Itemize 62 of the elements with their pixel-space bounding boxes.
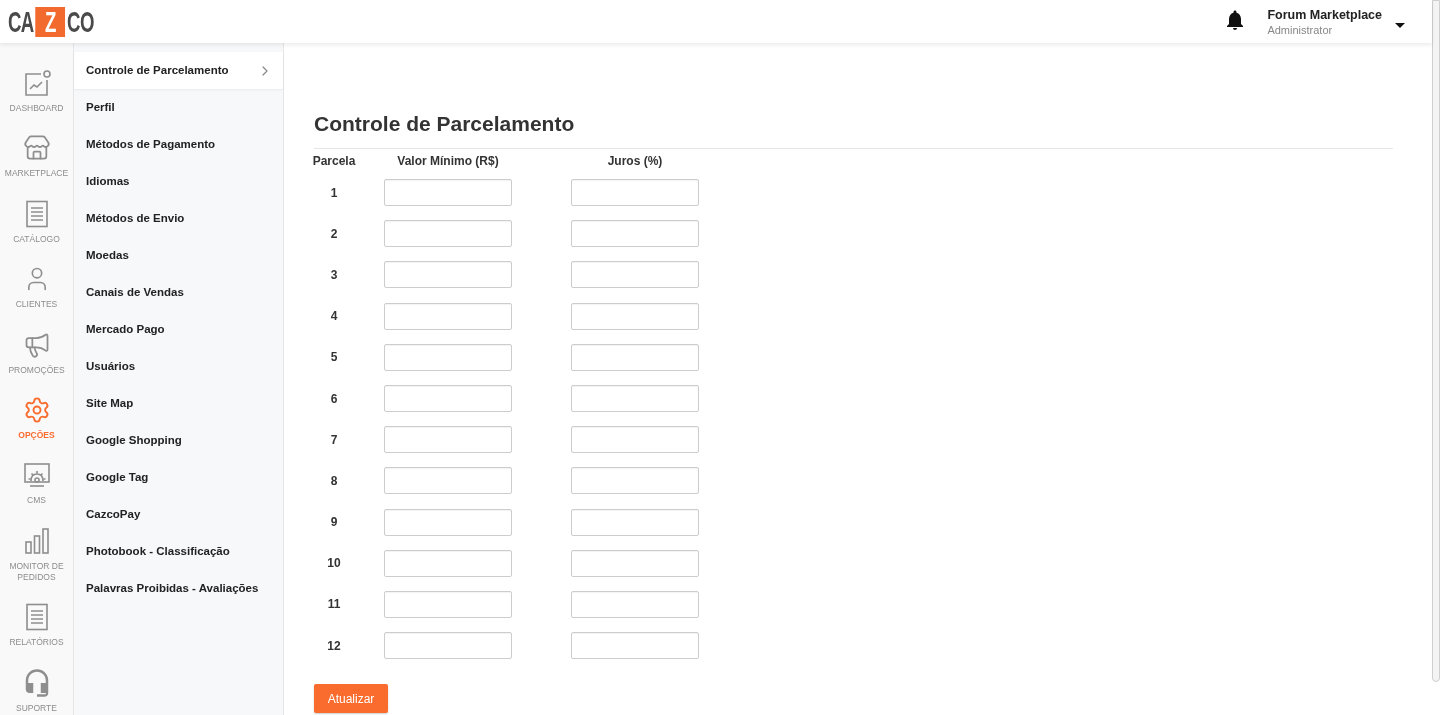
submenu-item[interactable]: Google Tag [74,459,283,496]
row-number: 3 [330,266,338,284]
input-field[interactable] [384,508,512,536]
input-field[interactable] [384,632,512,660]
input-field[interactable] [571,343,699,371]
input-field[interactable] [571,302,699,330]
row-number: 6 [330,390,338,408]
scrollbar[interactable] [1432,0,1440,682]
input-field[interactable] [571,549,699,577]
input-field[interactable] [384,343,512,371]
input-field[interactable] [571,426,699,454]
monitor-gear-icon [22,461,51,490]
input-field[interactable] [384,220,512,248]
row-number: 11 [327,596,341,614]
submenu-item[interactable]: Palavras Proibidas - Avaliações [74,570,283,607]
submenu-item[interactable]: Canais de Vendas [74,274,283,311]
user-role: Administrator [1267,22,1334,37]
row-number: 2 [330,225,338,243]
input-field[interactable] [571,261,699,289]
input-field[interactable] [384,302,512,330]
submenu-item[interactable]: Google Shopping [74,422,283,459]
submenu-item[interactable]: Usuários [74,348,283,385]
input-field[interactable] [571,179,699,207]
column-header: Valor Mínimo (R$) [397,153,499,170]
input-field[interactable] [571,632,699,660]
column-header: Parcela [312,153,356,170]
logo[interactable]: CA Z CO [8,6,94,37]
submenu-item[interactable]: Perfil [74,89,283,126]
submenu-item[interactable]: Site Map [74,385,283,422]
row-number: 10 [327,555,341,573]
submenu-item[interactable]: Moedas [74,237,283,274]
column-header: Juros (%) [607,153,663,170]
row-number: 1 [330,184,338,202]
input-field[interactable] [571,385,699,413]
submenu-item[interactable]: Métodos de Envio [74,200,283,237]
bar-chart-icon [22,526,51,555]
submenu-item[interactable]: Métodos de Pagamento [74,126,283,163]
page-title: Controle de Parcelamento [314,111,575,137]
input-field[interactable] [384,385,512,413]
row-number: 7 [330,431,338,449]
submenu-item[interactable]: Photobook - Classificação [74,533,283,570]
input-field[interactable] [384,179,512,207]
input-field[interactable] [384,426,512,454]
submenu-item[interactable]: Mercado Pago [74,311,283,348]
input-field[interactable] [571,220,699,248]
row-number: 4 [330,308,338,326]
chart-frame-icon [22,69,51,97]
input-field[interactable] [571,467,699,495]
input-field[interactable] [384,261,512,289]
row-number: 5 [330,349,338,367]
submenu-item[interactable]: Idiomas [74,163,283,200]
row-number: 9 [330,514,338,532]
submenu-item[interactable]: CazcoPay [74,496,283,533]
input-field[interactable] [384,467,512,495]
input-field[interactable] [384,590,512,618]
input-field[interactable] [571,508,699,536]
user-name: Forum Marketplace [1267,6,1382,23]
input-field[interactable] [571,590,699,618]
submenu-item[interactable]: Controle de Parcelamento [74,52,283,89]
row-number: 8 [330,472,338,490]
input-field[interactable] [384,549,512,577]
row-number: 12 [327,637,341,655]
